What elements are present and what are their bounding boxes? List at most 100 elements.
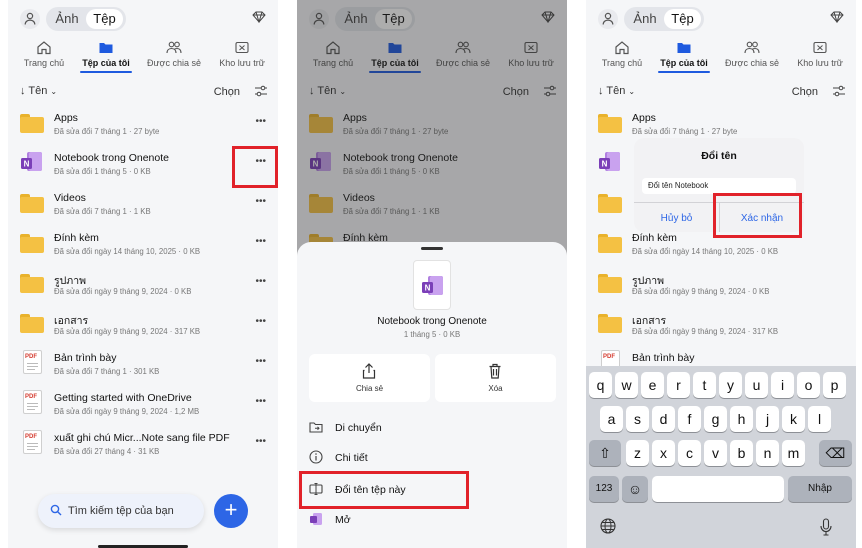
key[interactable]: v bbox=[704, 440, 727, 466]
shift-key[interactable]: ⇧ bbox=[589, 440, 621, 466]
menu-item-move[interactable]: Di chuyển bbox=[297, 414, 567, 442]
key[interactable]: l bbox=[808, 406, 831, 432]
file-meta: Đã sửa đổi ngày 14 tháng 10, 2025 · 0 KB bbox=[632, 247, 779, 256]
filter-sliders-icon[interactable] bbox=[254, 85, 268, 97]
file-name: Videos bbox=[54, 192, 86, 204]
key[interactable]: x bbox=[652, 440, 675, 466]
key[interactable]: q bbox=[589, 372, 612, 398]
list-item[interactable]: เอกสาร Đã sửa đổi ngày 9 tháng 9, 2024 ·… bbox=[8, 306, 278, 346]
more-options-icon[interactable]: ••• bbox=[255, 396, 266, 407]
numbers-key[interactable]: 123 bbox=[589, 476, 619, 502]
segment-files[interactable]: Tệp bbox=[664, 9, 701, 29]
list-item[interactable]: PDF Getting started with OneDrive Đã sửa… bbox=[8, 386, 278, 426]
key[interactable]: s bbox=[626, 406, 649, 432]
sort-bar: ↓ Tên ⌄ Chọn bbox=[586, 82, 856, 102]
key[interactable]: a bbox=[600, 406, 623, 432]
key[interactable]: f bbox=[678, 406, 701, 432]
key[interactable]: z bbox=[626, 440, 649, 466]
list-item[interactable]: Apps Đã sửa đổi 7 tháng 1 · 27 byte ••• bbox=[8, 106, 278, 146]
key[interactable]: d bbox=[652, 406, 675, 432]
key[interactable]: j bbox=[756, 406, 779, 432]
more-options-icon[interactable]: ••• bbox=[255, 196, 266, 207]
menu-item-open[interactable]: Mở bbox=[297, 506, 567, 534]
svg-text:N: N bbox=[24, 160, 30, 169]
list-item[interactable]: รูปภาพ Đã sửa đổi ngày 9 tháng 9, 2024 ·… bbox=[8, 266, 278, 306]
account-button[interactable] bbox=[20, 9, 40, 29]
folder-icon bbox=[20, 114, 44, 133]
key[interactable]: p bbox=[823, 372, 846, 398]
premium-diamond-icon[interactable] bbox=[252, 11, 266, 23]
share-button[interactable]: Chia sẻ bbox=[309, 354, 430, 402]
tab-archive[interactable]: Kho lưu trữ bbox=[790, 40, 850, 68]
screen-file-actions: Ảnh Tệp Trang chủ Tệp của tôi Được chia … bbox=[297, 0, 567, 548]
list-item[interactable]: PDF Bản trình bày Đã sửa đổi 7 tháng 1 ·… bbox=[8, 346, 278, 386]
tab-home[interactable]: Trang chủ bbox=[18, 40, 70, 68]
list-item[interactable]: PDF xuất ghi chú Micr...Note sang file P… bbox=[8, 426, 278, 466]
key[interactable]: k bbox=[782, 406, 805, 432]
key[interactable]: g bbox=[704, 406, 727, 432]
sort-by-name-button[interactable]: ↓ Tên ⌄ bbox=[20, 85, 57, 97]
list-item[interactable]: เอกสาร Đã sửa đổi ngày 9 tháng 9, 2024 ·… bbox=[586, 306, 856, 346]
rename-input[interactable]: Đổi tên Notebook bbox=[642, 178, 796, 194]
list-item[interactable]: รูปภาพ Đã sửa đổi ngày 9 tháng 9, 2024 ·… bbox=[586, 266, 856, 306]
people-icon bbox=[744, 41, 760, 54]
key[interactable]: c bbox=[678, 440, 701, 466]
filter-sliders-icon[interactable] bbox=[832, 85, 846, 97]
segment-photos[interactable]: Ảnh bbox=[628, 9, 662, 29]
account-button[interactable] bbox=[598, 9, 618, 29]
segment-files[interactable]: Tệp bbox=[86, 9, 123, 29]
tab-archive[interactable]: Kho lưu trữ bbox=[212, 40, 272, 68]
key[interactable]: n bbox=[756, 440, 779, 466]
archive-icon bbox=[813, 41, 827, 54]
key[interactable]: r bbox=[667, 372, 690, 398]
search-bar[interactable]: Tìm kiếm tệp của bạn bbox=[38, 494, 204, 528]
tab-shared[interactable]: Được chia sẻ bbox=[722, 40, 782, 68]
globe-icon[interactable] bbox=[600, 518, 616, 534]
key[interactable]: u bbox=[745, 372, 768, 398]
more-options-icon[interactable]: ••• bbox=[255, 356, 266, 367]
key[interactable]: e bbox=[641, 372, 664, 398]
more-options-icon[interactable]: ••• bbox=[255, 236, 266, 247]
screen-rename-dialog: Ảnh Tệp Trang chủ Tệp của tôi Được chia … bbox=[586, 0, 856, 548]
tab-home[interactable]: Trang chủ bbox=[596, 40, 648, 68]
key[interactable]: h bbox=[730, 406, 753, 432]
key[interactable]: o bbox=[797, 372, 820, 398]
cancel-button[interactable]: Hủy bỏ bbox=[634, 213, 719, 224]
backspace-key[interactable]: ⌫ bbox=[819, 440, 852, 466]
delete-button[interactable]: Xóa bbox=[435, 354, 556, 402]
key[interactable]: i bbox=[771, 372, 794, 398]
more-options-icon[interactable]: ••• bbox=[255, 116, 266, 127]
file-name: Đính kèm bbox=[54, 232, 99, 244]
tab-my-files[interactable]: Tệp của tôi bbox=[80, 40, 132, 73]
more-options-icon[interactable]: ••• bbox=[255, 316, 266, 327]
add-button[interactable]: + bbox=[214, 494, 248, 528]
space-key[interactable] bbox=[652, 476, 784, 502]
sort-label: Tên bbox=[606, 85, 626, 97]
premium-diamond-icon[interactable] bbox=[830, 11, 844, 23]
tab-my-files[interactable]: Tệp của tôi bbox=[658, 40, 710, 73]
sheet-grabber[interactable] bbox=[421, 247, 443, 250]
microphone-icon[interactable] bbox=[819, 518, 833, 536]
folder-icon bbox=[598, 234, 622, 253]
sort-by-name-button[interactable]: ↓ Tên ⌄ bbox=[598, 85, 635, 97]
key[interactable]: t bbox=[693, 372, 716, 398]
tab-shared[interactable]: Được chia sẻ bbox=[144, 40, 204, 68]
photos-files-switch: Ảnh Tệp bbox=[46, 7, 126, 31]
menu-item-details[interactable]: Chi tiết bbox=[297, 444, 567, 472]
key[interactable]: b bbox=[730, 440, 753, 466]
more-options-icon[interactable]: ••• bbox=[255, 436, 266, 447]
key[interactable]: w bbox=[615, 372, 638, 398]
key[interactable]: y bbox=[719, 372, 742, 398]
search-icon bbox=[50, 504, 62, 516]
folder-icon bbox=[598, 194, 622, 213]
key[interactable]: m bbox=[782, 440, 805, 466]
segment-photos[interactable]: Ảnh bbox=[50, 9, 84, 29]
select-button[interactable]: Chọn bbox=[214, 86, 240, 98]
enter-key[interactable]: Nhập bbox=[788, 476, 852, 502]
list-item[interactable]: Đính kèm Đã sửa đổi ngày 14 tháng 10, 20… bbox=[8, 226, 278, 266]
backspace-icon: ⌫ bbox=[825, 445, 846, 461]
select-button[interactable]: Chọn bbox=[792, 86, 818, 98]
more-options-icon[interactable]: ••• bbox=[255, 276, 266, 287]
emoji-key[interactable]: ☺ bbox=[622, 476, 648, 502]
list-item[interactable]: Videos Đã sửa đổi 7 tháng 1 · 1 KB ••• bbox=[8, 186, 278, 226]
